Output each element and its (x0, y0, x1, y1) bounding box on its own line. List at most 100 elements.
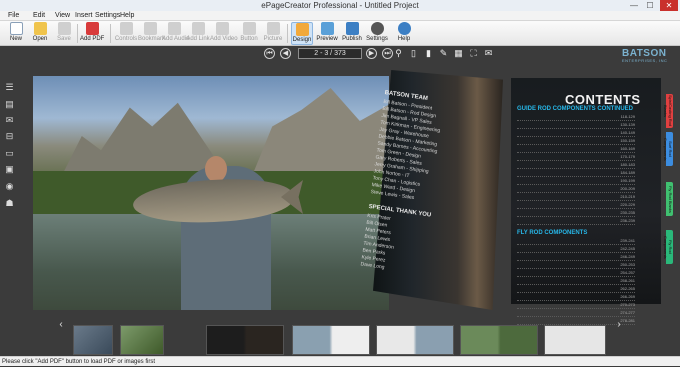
settings-button[interactable]: Settings (366, 22, 388, 45)
menu-file[interactable]: File (8, 11, 19, 21)
thumbnail-page[interactable] (120, 325, 164, 355)
minimize-button[interactable]: — (627, 0, 641, 11)
pages-icon[interactable]: ▤ (4, 99, 15, 109)
contents-page-number: 242-245 (620, 246, 635, 251)
tab-section-1[interactable]: Spin/Casting Rod Blanks (663, 94, 673, 128)
title-bar: ePageCreator Professional - Untitled Pro… (0, 0, 680, 11)
contents-page-number: 150-159 (620, 138, 635, 143)
user-icon[interactable]: ☗ (4, 198, 15, 208)
thumbnail-page[interactable] (73, 325, 113, 355)
table-of-contents-icon[interactable]: ☰ (4, 82, 15, 92)
sound-icon[interactable]: ◉ (4, 181, 15, 191)
brand-watermark-sub: ENTERPRISES, INC (622, 58, 668, 63)
close-button[interactable]: ✕ (660, 0, 678, 11)
thumbnails-icon[interactable]: ▦ (453, 48, 464, 59)
tab-section-4[interactable]: Fly Rod Components (663, 230, 673, 264)
contents-row[interactable]: 254-257 (517, 270, 635, 277)
menu-view[interactable]: View (55, 11, 70, 21)
contents-page-number: 170-179 (620, 154, 635, 159)
contents-row[interactable]: 250-253 (517, 262, 635, 269)
add-link-button[interactable]: Add Link (186, 22, 210, 45)
contents-row[interactable]: 242-245 (517, 246, 635, 253)
contents-row[interactable]: 140-149 (517, 130, 635, 137)
email-icon[interactable]: ✉ (4, 115, 15, 125)
bookmark-button[interactable]: Bookmark (138, 22, 165, 45)
contents-page-number: 180-183 (620, 162, 635, 167)
contents-page-number: 270-273 (620, 302, 635, 307)
contents-page-number: 236-239 (620, 218, 635, 223)
tab-section-3[interactable]: Fly Rod Blanks (666, 182, 673, 216)
contents-row[interactable]: 270-273 (517, 302, 635, 309)
print-icon[interactable]: ▭ (4, 148, 15, 158)
status-bar: Please click "Add PDF" button to load PD… (0, 356, 680, 366)
save-button[interactable]: Save (54, 22, 74, 45)
contents-row[interactable]: 130-139 (517, 122, 635, 129)
controls-button[interactable]: Controls (114, 22, 138, 45)
contents-row[interactable]: 184-189 (517, 170, 635, 177)
design-button[interactable]: Design (291, 22, 313, 45)
help-button[interactable]: Help (393, 22, 415, 45)
thumbnail-page[interactable] (206, 325, 284, 355)
next-page-icon[interactable]: ▶ (366, 48, 377, 59)
contents-row[interactable]: 210-219 (517, 194, 635, 201)
maximize-button[interactable]: ☐ (643, 0, 657, 11)
contents-row[interactable]: 160-169 (517, 146, 635, 153)
contents-page-number: 266-269 (620, 294, 635, 299)
contents-row[interactable]: 118-129 (517, 114, 635, 121)
contents-page-number: 190-199 (620, 178, 635, 183)
tab-section-2[interactable]: Surf Rod Components (663, 132, 673, 166)
contents-row[interactable]: 180-183 (517, 162, 635, 169)
contents-page-number: 239-241 (620, 238, 635, 243)
contents-page-number: 130-139 (620, 122, 635, 127)
page-indicator[interactable]: 2 - 3 / 373 (298, 48, 362, 59)
fullscreen-icon[interactable]: ⛶ (468, 48, 479, 59)
contents-page-number: 200-209 (620, 186, 635, 191)
add-video-button[interactable]: Add Video (210, 22, 238, 45)
thumbnail-page[interactable] (544, 325, 606, 355)
contents-row[interactable]: 150-159 (517, 138, 635, 145)
contents-row[interactable]: 230-235 (517, 210, 635, 217)
thumbnail-page[interactable] (292, 325, 370, 355)
contents-row[interactable]: 236-239 (517, 218, 635, 225)
contents-row[interactable]: 266-269 (517, 294, 635, 301)
contents-row[interactable]: 262-265 (517, 286, 635, 293)
add-pdf-button[interactable]: Add PDF (80, 22, 104, 45)
contents-page-number: 258-261 (620, 278, 635, 283)
picture-button[interactable]: Picture (262, 22, 284, 45)
contents-row[interactable]: 258-261 (517, 278, 635, 285)
contents-page-number: 246-249 (620, 254, 635, 259)
single-page-icon[interactable]: ▮ (423, 48, 434, 59)
menu-insert[interactable]: Insert (75, 11, 93, 21)
help-icon (397, 22, 411, 35)
menu-help[interactable]: Help (120, 11, 134, 21)
thumbnail-page[interactable] (460, 325, 538, 355)
open-button[interactable]: Open (30, 22, 50, 45)
flipbook-spread[interactable]: BATSON TEAM Bill Batson - President Bill… (33, 70, 673, 325)
contents-row[interactable]: 246-249 (517, 254, 635, 261)
contents-row[interactable]: 239-241 (517, 238, 635, 245)
menu-edit[interactable]: Edit (33, 11, 45, 21)
first-page-icon[interactable]: ⏮ (264, 48, 275, 59)
download-icon[interactable]: ▣ (4, 164, 15, 174)
edit-icon[interactable]: ✎ (438, 48, 449, 59)
preview-button[interactable]: Preview (316, 22, 338, 45)
folder-icon (33, 22, 47, 35)
thumbnail-page[interactable] (376, 325, 454, 355)
add-audio-button[interactable]: Add Audio (162, 22, 189, 45)
button-button[interactable]: Button (238, 22, 260, 45)
prev-page-icon[interactable]: ◀ (280, 48, 291, 59)
share-icon[interactable]: ✉ (483, 48, 494, 59)
zoom-icon[interactable]: ⚲ (393, 48, 404, 59)
new-file-icon (9, 22, 23, 35)
publish-button[interactable]: Publish (341, 22, 363, 45)
contents-row[interactable]: 190-199 (517, 178, 635, 185)
last-page-icon[interactable]: ⏭ (382, 48, 393, 59)
link-icon (191, 22, 205, 35)
new-button[interactable]: New (6, 22, 26, 45)
contents-row[interactable]: 170-179 (517, 154, 635, 161)
menu-settings[interactable]: Settings (95, 11, 120, 21)
fit-page-icon[interactable]: ▯ (408, 48, 419, 59)
contents-row[interactable]: 220-229 (517, 202, 635, 209)
bookmarks-icon[interactable]: ⊟ (4, 131, 15, 141)
contents-row[interactable]: 200-209 (517, 186, 635, 193)
